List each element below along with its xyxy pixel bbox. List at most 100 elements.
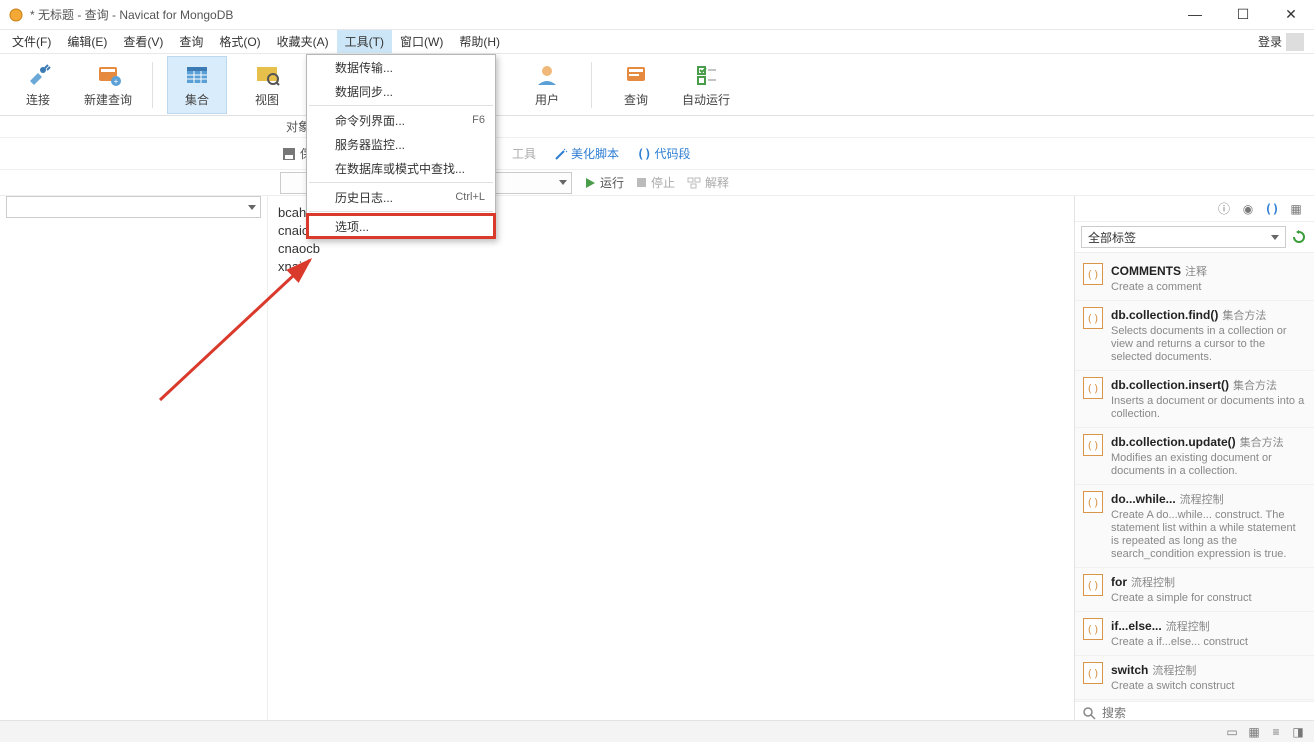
snippet-icon: ()	[1083, 263, 1103, 285]
title-bar: * 无标题 - 查询 - Navicat for MongoDB — ☐ ✕	[0, 0, 1314, 30]
menu-window[interactable]: 窗口(W)	[392, 30, 451, 53]
dropdown-options[interactable]: 选项...	[307, 214, 495, 238]
menu-format[interactable]: 格式(O)	[211, 30, 268, 53]
explain-button[interactable]: 解释	[687, 174, 729, 191]
snippet-icon: ()	[1083, 618, 1103, 640]
tags-select[interactable]: 全部标签	[1081, 226, 1286, 248]
stop-icon	[636, 177, 647, 188]
play-icon	[584, 177, 596, 189]
dropdown-history-log[interactable]: 历史日志...Ctrl+L	[307, 185, 495, 209]
chevron-down-icon	[248, 205, 256, 210]
tool-view[interactable]: 视图	[237, 56, 297, 114]
eye-icon[interactable]: ◉	[1240, 201, 1256, 217]
snippet-item[interactable]: ()COMMENTS注释Create a comment	[1075, 257, 1314, 301]
menu-help[interactable]: 帮助(H)	[451, 30, 508, 53]
login-label: 登录	[1258, 33, 1282, 50]
braces-icon[interactable]: ()	[1264, 201, 1280, 217]
status-side-icon[interactable]: ◨	[1290, 724, 1306, 740]
tool-new-query[interactable]: + 新建查询	[78, 56, 138, 114]
search-icon	[1083, 707, 1096, 720]
query-editor[interactable]: bcah cnaicba cnaocb xnaj	[268, 196, 1074, 724]
search-input[interactable]	[1102, 706, 1306, 720]
snippet-icon: ()	[1083, 491, 1103, 513]
snippet-icon: ()	[1083, 434, 1103, 456]
status-list-icon[interactable]: ≡	[1268, 724, 1284, 740]
dropdown-cmdline[interactable]: 命令列界面...F6	[307, 108, 495, 132]
editor-line: cnaocb	[278, 240, 1064, 258]
grid-icon[interactable]: ▦	[1288, 201, 1304, 217]
window-title: * 无标题 - 查询 - Navicat for MongoDB	[30, 6, 1180, 23]
chevron-down-icon	[1271, 235, 1279, 240]
snippet-panel: ⓘ ◉ () ▦ 全部标签 ()COMMENTS注释Create a comme…	[1074, 196, 1314, 724]
login-link[interactable]: 登录	[1252, 31, 1310, 53]
query-tools-label: 工具	[508, 143, 540, 164]
menu-bar: 文件(F) 编辑(E) 查看(V) 查询 格式(O) 收藏夹(A) 工具(T) …	[0, 30, 1314, 54]
run-button[interactable]: 运行	[584, 174, 624, 191]
menu-tools[interactable]: 工具(T)	[337, 30, 392, 53]
tools-dropdown: 数据传输... 数据同步... 命令列界面...F6 服务器监控... 在数据库…	[306, 54, 496, 239]
sidebar-filter-input[interactable]	[6, 196, 261, 218]
snippet-item[interactable]: ()do...while...流程控制Create A do...while..…	[1075, 485, 1314, 568]
main-area: bcah cnaicba cnaocb xnaj ⓘ ◉ () ▦ 全部标签 (…	[0, 196, 1314, 724]
view-icon	[253, 61, 281, 89]
menu-query[interactable]: 查询	[171, 30, 211, 53]
info-icon[interactable]: ⓘ	[1216, 201, 1232, 217]
left-sidebar	[0, 196, 268, 724]
beautify-button[interactable]: 美化脚本	[550, 143, 623, 164]
dropdown-server-monitor[interactable]: 服务器监控...	[307, 132, 495, 156]
separator	[591, 62, 592, 108]
maximize-button[interactable]: ☐	[1228, 6, 1258, 23]
explain-icon	[687, 177, 701, 189]
query-icon	[622, 61, 650, 89]
snippet-icon: ()	[1083, 307, 1103, 329]
user-icon	[533, 61, 561, 89]
object-bar: 对象	[0, 116, 1314, 138]
autorun-icon	[692, 61, 720, 89]
tool-connect[interactable]: 连接	[8, 56, 68, 114]
dropdown-find-in-db[interactable]: 在数据库或模式中查找...	[307, 156, 495, 180]
snippet-item[interactable]: ()if...else...流程控制Create a if...else... …	[1075, 612, 1314, 656]
menu-file[interactable]: 文件(F)	[4, 30, 59, 53]
menu-favorites[interactable]: 收藏夹(A)	[269, 30, 337, 53]
status-bar: ▭ ▦ ≡ ◨	[0, 720, 1314, 742]
plug-icon	[24, 61, 52, 89]
dropdown-separator	[309, 211, 493, 212]
braces-icon: ()	[637, 147, 651, 161]
tool-query[interactable]: 查询	[606, 56, 666, 114]
query-sub-toolbar: 保存 工具 美化脚本 () 代码段	[0, 138, 1314, 170]
svg-text:+: +	[114, 77, 119, 86]
snippet-icon: ()	[1083, 662, 1103, 684]
minimize-button[interactable]: —	[1180, 6, 1210, 23]
editor-line: xnaj	[278, 258, 1064, 276]
snippet-item[interactable]: ()db.collection.update()集合方法Modifies an …	[1075, 428, 1314, 485]
snippet-item[interactable]: ()db.collection.insert()集合方法Inserts a do…	[1075, 371, 1314, 428]
app-icon	[8, 7, 24, 23]
main-toolbar: 连接 + 新建查询 集合 视图 Reduce GridFS 用户 查询 自动运行	[0, 54, 1314, 116]
close-button[interactable]: ✕	[1276, 6, 1306, 23]
dropdown-separator	[309, 182, 493, 183]
snippet-item[interactable]: ()for流程控制Create a simple for construct	[1075, 568, 1314, 612]
status-panel-icon[interactable]: ▭	[1224, 724, 1240, 740]
code-snippet-button[interactable]: () 代码段	[633, 143, 694, 164]
dropdown-data-transfer[interactable]: 数据传输...	[307, 55, 495, 79]
tool-user[interactable]: 用户	[517, 56, 577, 114]
run-toolbar: 运行 停止 解释	[0, 170, 1314, 196]
snippet-item[interactable]: ()db.collection.find()集合方法Selects docume…	[1075, 301, 1314, 371]
chevron-down-icon	[559, 180, 567, 185]
refresh-icon[interactable]	[1290, 228, 1308, 246]
tool-collection[interactable]: 集合	[167, 56, 227, 114]
menu-edit[interactable]: 编辑(E)	[59, 30, 115, 53]
snippet-icon: ()	[1083, 377, 1103, 399]
menu-view[interactable]: 查看(V)	[115, 30, 171, 53]
snippet-item[interactable]: ()switch流程控制Create a switch construct	[1075, 656, 1314, 700]
dropdown-separator	[309, 105, 493, 106]
snippet-icon: ()	[1083, 574, 1103, 596]
avatar-icon	[1286, 33, 1304, 51]
wand-icon	[554, 147, 568, 161]
dropdown-data-sync[interactable]: 数据同步...	[307, 79, 495, 103]
tool-autorun[interactable]: 自动运行	[676, 56, 736, 114]
separator	[152, 62, 153, 108]
stop-button[interactable]: 停止	[636, 174, 675, 191]
status-grid-icon[interactable]: ▦	[1246, 724, 1262, 740]
table-icon	[183, 61, 211, 89]
